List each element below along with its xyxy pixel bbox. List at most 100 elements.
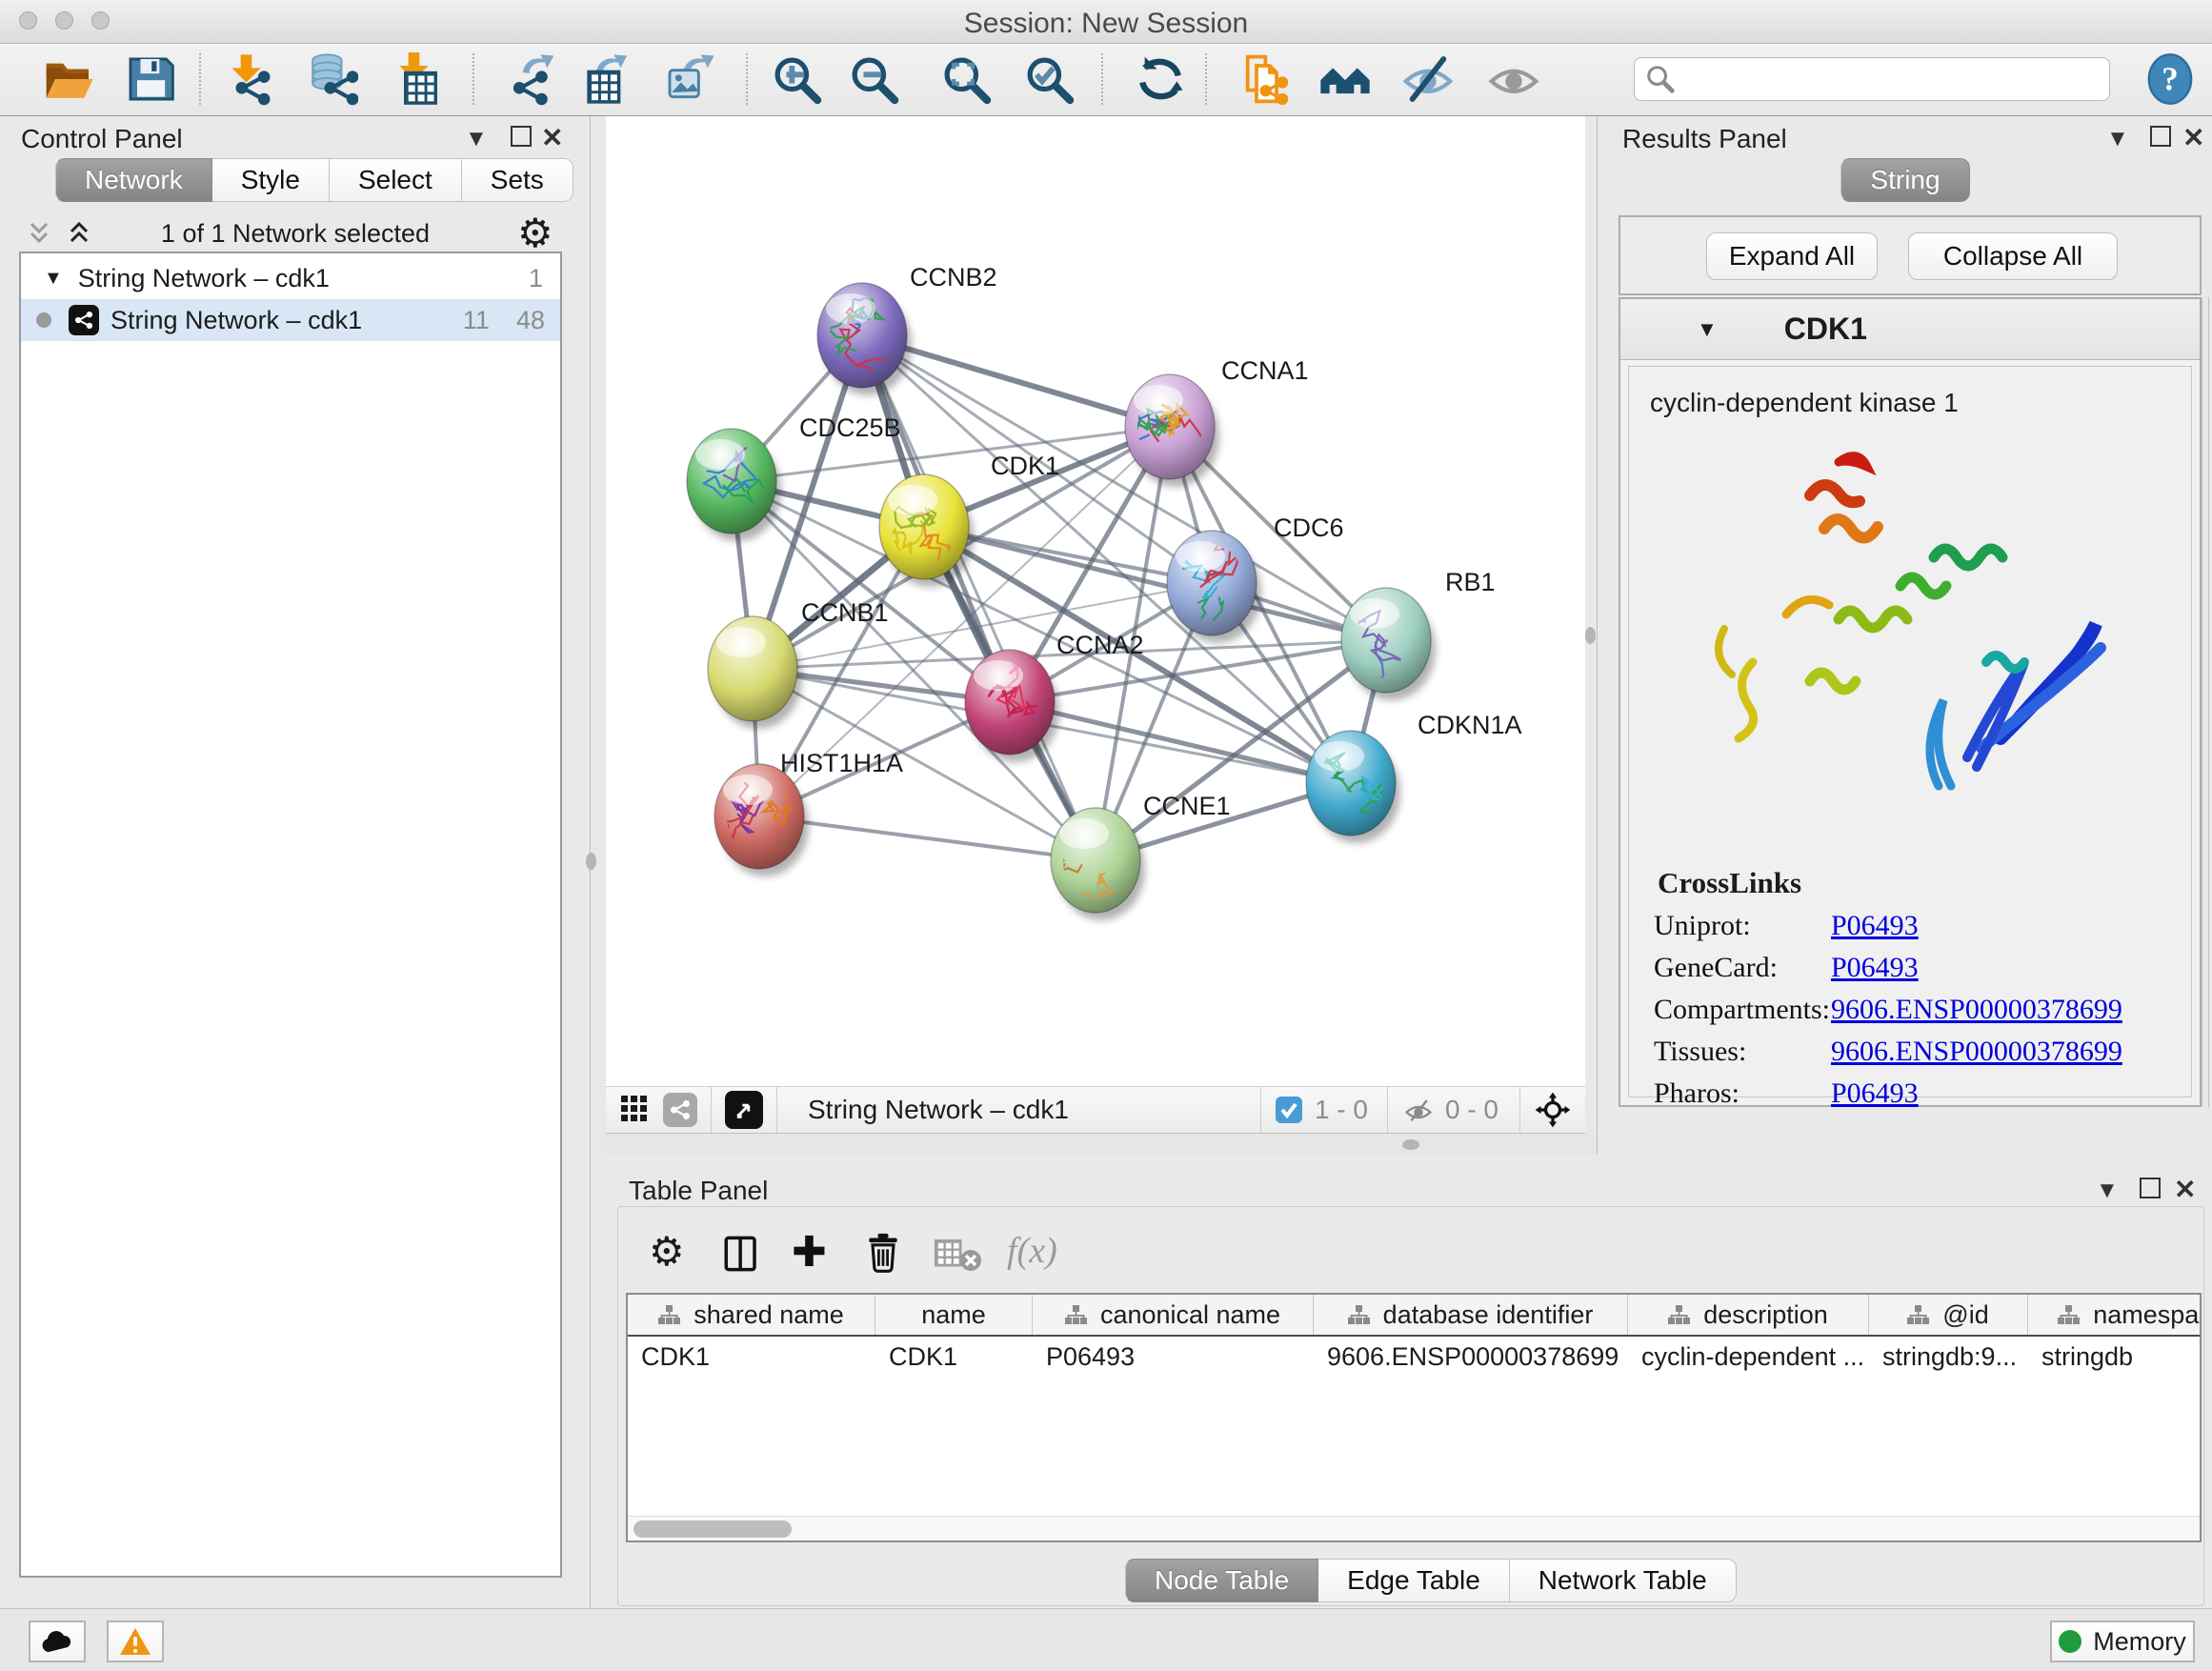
zoom-in-button[interactable] [768,51,825,109]
open-session-button[interactable] [40,51,97,109]
table-cell[interactable]: P06493 [1033,1337,1314,1377]
close-panel-icon[interactable]: ✕ [2174,1174,2196,1205]
search-input[interactable] [1684,65,2098,94]
crosslink-link[interactable]: P06493 [1831,910,1919,942]
delete-column-trash-icon[interactable] [862,1232,904,1276]
node-table[interactable]: shared namenamecanonical namedatabase id… [626,1293,2202,1542]
memory-label: Memory [2093,1627,2186,1657]
add-column-icon[interactable]: ✚ [792,1228,827,1277]
column-header-name[interactable]: name [875,1295,1033,1335]
table-row[interactable]: CDK1CDK1P064939606.ENSP00000378699cyclin… [628,1337,2200,1377]
close-panel-icon[interactable]: ✕ [2182,122,2204,153]
birdseye-view-icon[interactable] [725,1091,763,1129]
show-all-button[interactable] [1485,51,1542,109]
collapse-section-icon[interactable]: ▼ [1697,317,1718,342]
node-CCNA1[interactable] [1120,374,1247,479]
grid-view-icon[interactable] [621,1096,650,1124]
import-table-file-button[interactable] [389,51,446,109]
network-options-gear-icon[interactable]: ⚙ [517,210,553,256]
search-field [1634,57,2110,101]
edge-HIST1H1A-CCNE1[interactable] [759,816,1096,860]
selected-checkbox-icon[interactable] [1275,1096,1303,1124]
hide-selected-button[interactable] [1399,51,1457,109]
warning-button[interactable] [107,1621,164,1662]
expand-all-button[interactable]: Expand All [1706,232,1878,280]
column-header-@id[interactable]: @id [1869,1295,2028,1335]
memory-button[interactable]: Memory [2050,1621,2195,1662]
tab-style[interactable]: Style [212,158,330,202]
export-network-file-button[interactable] [503,51,560,109]
scrollbar-thumb[interactable] [633,1520,792,1538]
column-header-shared-name[interactable]: shared name [628,1295,875,1335]
float-panel-icon[interactable]: ▼ [465,126,488,152]
table-cell[interactable]: stringdb:9... [1869,1337,2028,1377]
zoom-selected-button[interactable] [1020,51,1077,109]
crosslink-link[interactable]: 9606.ENSP00000378699 [1831,994,2122,1026]
float-panel-icon[interactable]: ▼ [2096,1178,2119,1204]
close-panel-icon[interactable]: ✕ [541,122,563,153]
node-CDC25B[interactable] [687,394,801,534]
table-cell[interactable]: stringdb [2028,1337,2202,1377]
node-CCNA2[interactable] [965,649,1055,755]
table-horizontal-scrollbar[interactable] [628,1516,2200,1540]
splitter-handle[interactable] [1585,627,1596,644]
clone-network-button[interactable] [1235,51,1292,109]
node-CCNB1[interactable] [708,616,797,721]
protein-structure-image [1696,443,2115,805]
import-network-database-button[interactable] [303,51,360,109]
tab-network[interactable]: Network [55,158,212,202]
share-view-icon[interactable] [663,1093,697,1127]
maximize-panel-icon[interactable] [511,126,532,153]
tab-network-table[interactable]: Network Table [1510,1559,1737,1602]
cloud-button[interactable] [29,1621,86,1662]
table-panel-box: ⚙ ✚ f(x) shared namenamecanonical nameda… [617,1206,2204,1606]
tab-string[interactable]: String [1840,158,1969,202]
delete-table-icon[interactable] [935,1239,984,1272]
node-CCNE1[interactable] [1016,808,1140,913]
save-session-button[interactable] [122,51,179,109]
table-cell[interactable]: CDK1 [875,1337,1033,1377]
export-image-button[interactable] [661,51,718,109]
maximize-panel-icon[interactable] [2140,1178,2161,1205]
column-header-description[interactable]: description [1628,1295,1869,1335]
crosslink-link[interactable]: P06493 [1831,952,1919,984]
network-collection-row[interactable]: ▼ String Network – cdk1 1 [21,257,560,299]
table-settings-gear-icon[interactable]: ⚙ [649,1228,685,1275]
table-cell[interactable]: 9606.ENSP00000378699 [1314,1337,1628,1377]
crosslink-link[interactable]: 9606.ENSP00000378699 [1831,1036,2122,1068]
maximize-panel-icon[interactable] [2150,126,2171,153]
node-label-CCNA2: CCNA2 [1056,631,1144,659]
refresh-view-button[interactable] [1132,51,1189,109]
column-header-database-identifier[interactable]: database identifier [1314,1295,1628,1335]
crosslink-link[interactable]: P06493 [1831,1077,1919,1110]
tab-node-table[interactable]: Node Table [1125,1559,1318,1602]
export-table-file-button[interactable] [576,51,633,109]
control-panel-title: Control Panel [21,124,183,154]
help-button[interactable]: ? [2142,51,2199,109]
column-header-canonical-name[interactable]: canonical name [1033,1295,1314,1335]
results-scrollbar[interactable] [2202,297,2209,1107]
fit-selected-crosshair-icon[interactable] [1534,1091,1572,1129]
first-neighbors-button[interactable] [1317,51,1374,109]
table-body: CDK1CDK1P064939606.ENSP00000378699cyclin… [628,1337,2200,1377]
collapse-all-button[interactable]: Collapse All [1908,232,2118,280]
table-cell[interactable]: cyclin-dependent ... [1628,1337,1869,1377]
network-canvas[interactable]: CCNB2CCNA1CDC25BCDK1CDC6RB1CCNB1CCNA2CDK… [606,116,1585,1086]
tab-edge-table[interactable]: Edge Table [1318,1559,1510,1602]
tab-select[interactable]: Select [330,158,462,202]
import-network-file-button[interactable] [221,51,278,109]
zoom-fit-button[interactable] [937,51,995,109]
collection-expander-icon[interactable]: ▼ [44,268,63,290]
tab-sets[interactable]: Sets [462,158,573,202]
edge-CCNA2-CDKN1A[interactable] [1010,702,1351,783]
gene-card-header[interactable]: ▼ CDK1 [1620,299,2200,360]
float-panel-icon[interactable]: ▼ [2106,126,2129,152]
network-row[interactable]: String Network – cdk1 11 48 [21,299,560,341]
node-label-CCNB1: CCNB1 [801,598,889,627]
column-header-namespace[interactable]: namespace [2028,1295,2202,1335]
table-cell[interactable]: CDK1 [628,1337,875,1377]
zoom-out-button[interactable] [845,51,902,109]
apply-function-icon[interactable]: f(x) [1007,1230,1057,1272]
show-columns-icon[interactable] [721,1234,761,1274]
splitter-handle[interactable] [586,853,596,870]
